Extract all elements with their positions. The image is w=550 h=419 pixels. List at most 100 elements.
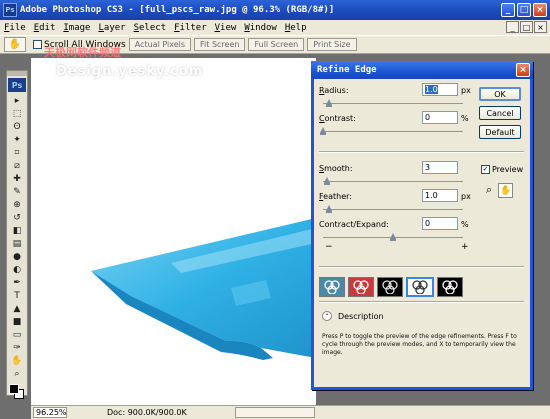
zoom-icon[interactable]: ⌕ bbox=[8, 368, 26, 380]
dialog-title: Refine Edge × bbox=[311, 61, 533, 79]
scroll-all-windows-checkbox[interactable] bbox=[33, 40, 42, 49]
zoom-tool-icon[interactable]: ⌕ bbox=[486, 183, 492, 198]
dialog-close-button[interactable]: × bbox=[516, 63, 530, 77]
feather-input[interactable]: 1.0 bbox=[422, 189, 458, 202]
smooth-input[interactable]: 3 bbox=[422, 161, 458, 174]
param-contract-expand: Contract/Expand: 0% − + bbox=[319, 215, 479, 252]
preview-checkbox[interactable]: ✓ bbox=[481, 165, 490, 174]
dodge-icon[interactable]: ◐ bbox=[8, 264, 26, 276]
menu-item-filter[interactable]: Filter bbox=[174, 23, 207, 33]
description-label: Description bbox=[338, 311, 384, 321]
smooth-slider-thumb[interactable] bbox=[324, 177, 331, 185]
doc-close-button[interactable]: × bbox=[534, 21, 547, 33]
lasso-icon[interactable]: ʘ bbox=[8, 121, 26, 133]
default-button[interactable]: Default bbox=[479, 125, 521, 139]
menu-item-rest: elp bbox=[290, 22, 307, 33]
radius-slider-track[interactable] bbox=[323, 103, 463, 104]
menu-item-edit[interactable]: Edit bbox=[34, 23, 56, 33]
description-divider bbox=[319, 301, 524, 303]
preview-mode-mask-icon bbox=[442, 280, 458, 294]
description-toggle-icon[interactable]: ⌃ bbox=[322, 311, 332, 321]
contract-expand-label: Contract/Expand: bbox=[319, 220, 389, 229]
smooth-label-text: mooth: bbox=[324, 164, 353, 173]
horizontal-scrollbar[interactable] bbox=[235, 407, 315, 418]
tools-panel-grip[interactable] bbox=[7, 71, 27, 76]
expand-plus-label: + bbox=[461, 242, 469, 252]
feather-value: 1.0 bbox=[425, 191, 438, 200]
menu-item-window[interactable]: Window bbox=[244, 23, 277, 33]
preview-mode-on-white-icon bbox=[412, 280, 428, 294]
feather-slider-track[interactable] bbox=[323, 209, 463, 210]
contract-expand-slider-thumb[interactable] bbox=[390, 233, 396, 241]
slice-icon[interactable]: ⧄ bbox=[8, 160, 26, 172]
document-info[interactable]: Doc: 900.0K/900.0K bbox=[107, 408, 187, 417]
brush-icon[interactable]: ✎ bbox=[8, 186, 26, 198]
blur-icon[interactable]: ● bbox=[8, 251, 26, 263]
param-feather: Feather: 1.0 px bbox=[319, 187, 479, 217]
hand-tool-icon[interactable]: ✋ bbox=[498, 183, 514, 198]
path-selection-icon[interactable]: ▲ bbox=[8, 303, 26, 315]
doc-restore-button[interactable]: □ bbox=[520, 21, 533, 33]
gradient-icon[interactable]: ▤ bbox=[8, 238, 26, 250]
preview-option[interactable]: ✓ Preview bbox=[481, 165, 523, 174]
notes-icon[interactable]: ▭ bbox=[8, 329, 26, 341]
doc-minimize-button[interactable]: _ bbox=[506, 21, 519, 33]
contrast-slider-track[interactable] bbox=[323, 131, 463, 132]
hand-icon[interactable]: ✋ bbox=[8, 355, 26, 367]
menu-item-rest: mage bbox=[68, 22, 91, 33]
preview-mode-on-black-button[interactable] bbox=[377, 277, 403, 297]
contrast-input[interactable]: 0 bbox=[422, 111, 458, 124]
feather-slider-thumb[interactable] bbox=[325, 205, 332, 213]
history-brush-icon[interactable]: ↺ bbox=[8, 212, 26, 224]
menu-item-layer[interactable]: Layer bbox=[98, 23, 125, 33]
move-icon[interactable]: ▸ bbox=[8, 95, 26, 107]
smooth-slider-track[interactable] bbox=[323, 181, 463, 182]
crop-icon[interactable]: ⌗ bbox=[8, 147, 26, 159]
magic-wand-icon[interactable]: ✦ bbox=[8, 134, 26, 146]
ok-button[interactable]: OK bbox=[479, 87, 521, 101]
document-window-controls: _ □ × bbox=[506, 21, 547, 33]
document-canvas[interactable] bbox=[31, 58, 316, 405]
contract-expand-unit: % bbox=[461, 220, 469, 229]
radius-input[interactable]: 1.0 bbox=[422, 83, 458, 96]
hand-tool-preset-icon[interactable]: ✋ bbox=[4, 37, 26, 52]
menu-item-file[interactable]: File bbox=[4, 23, 26, 33]
color-swatches bbox=[7, 382, 27, 406]
clone-stamp-icon[interactable]: ⊕ bbox=[8, 199, 26, 211]
minimize-button[interactable]: _ bbox=[501, 3, 515, 17]
foreground-color-swatch[interactable] bbox=[9, 384, 19, 394]
maximize-button[interactable]: □ bbox=[517, 3, 531, 17]
preview-mode-standard-button[interactable] bbox=[319, 277, 345, 297]
zoom-level-field[interactable]: 96.25% bbox=[33, 407, 67, 418]
radius-value: 1.0 bbox=[425, 85, 438, 94]
preview-mode-on-white-button[interactable] bbox=[406, 277, 434, 297]
contract-expand-label-text: Contract/Expand: bbox=[319, 220, 389, 229]
close-button[interactable]: × bbox=[533, 3, 547, 17]
contrast-slider-thumb[interactable] bbox=[320, 127, 326, 135]
eyedropper-icon[interactable]: ✑ bbox=[8, 342, 26, 354]
print-size-button[interactable]: Print Size bbox=[307, 38, 357, 51]
type-icon[interactable]: T bbox=[8, 290, 26, 302]
preview-mode-mask-button[interactable] bbox=[437, 277, 463, 297]
smooth-value: 3 bbox=[425, 163, 431, 172]
preview-mode-quick-mask-button[interactable] bbox=[348, 277, 374, 297]
menu-item-view[interactable]: View bbox=[215, 23, 237, 33]
actual-pixels-button[interactable]: Actual Pixels bbox=[128, 38, 192, 51]
menu-item-select[interactable]: Select bbox=[134, 23, 167, 33]
cancel-button[interactable]: Cancel bbox=[479, 106, 521, 120]
menu-item-image[interactable]: Image bbox=[63, 23, 90, 33]
full-screen-button[interactable]: Full Screen bbox=[248, 38, 305, 51]
shape-icon[interactable]: ■ bbox=[8, 316, 26, 328]
marquee-icon[interactable]: ⬚ bbox=[8, 108, 26, 120]
photoshop-app: Ps Adobe Photoshop CS3 - [full_pscs_raw.… bbox=[0, 0, 550, 419]
healing-brush-icon[interactable]: ✚ bbox=[8, 173, 26, 185]
pen-icon[interactable]: ✒ bbox=[8, 277, 26, 289]
menu-item-help[interactable]: Help bbox=[285, 23, 307, 33]
contract-expand-input[interactable]: 0 bbox=[422, 217, 458, 230]
fit-screen-button[interactable]: Fit Screen bbox=[194, 38, 246, 51]
eraser-icon[interactable]: ◧ bbox=[8, 225, 26, 237]
watermark-chinese: 天极网软件频道 bbox=[44, 46, 121, 59]
description-header[interactable]: ⌃ Description bbox=[322, 311, 384, 321]
radius-slider-thumb[interactable] bbox=[325, 99, 332, 107]
dialog-view-tools: ⌕ ✋ bbox=[486, 183, 514, 198]
